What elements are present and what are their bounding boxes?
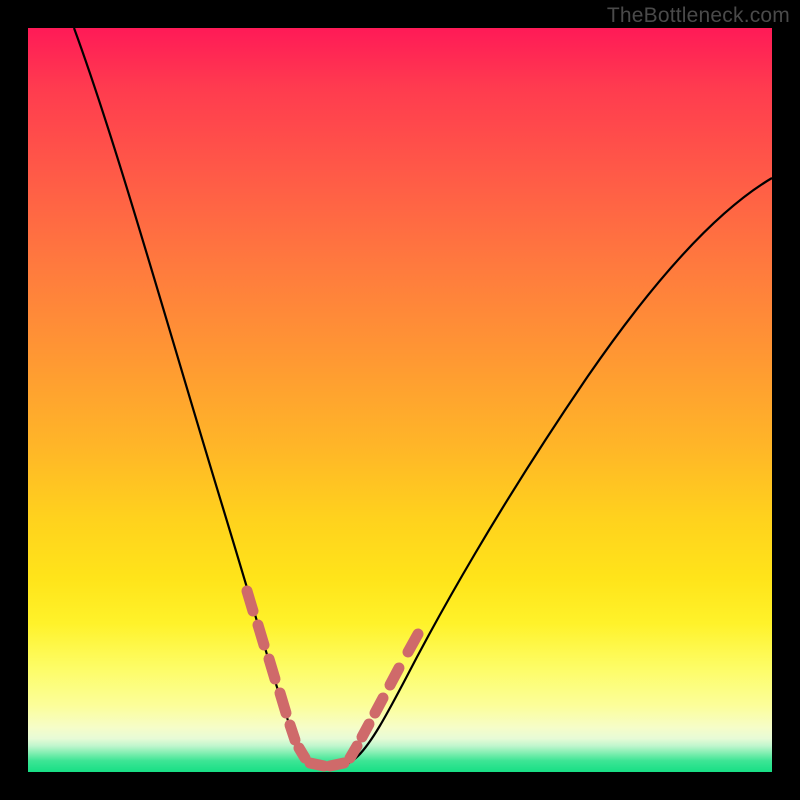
- chart-frame: TheBottleneck.com: [0, 0, 800, 800]
- chart-svg: [28, 28, 772, 772]
- marker-trough: [310, 763, 344, 766]
- bottleneck-curve: [74, 28, 772, 767]
- marker-cluster-right: [350, 634, 418, 758]
- watermark-text: TheBottleneck.com: [607, 4, 790, 28]
- plot-area: [28, 28, 772, 772]
